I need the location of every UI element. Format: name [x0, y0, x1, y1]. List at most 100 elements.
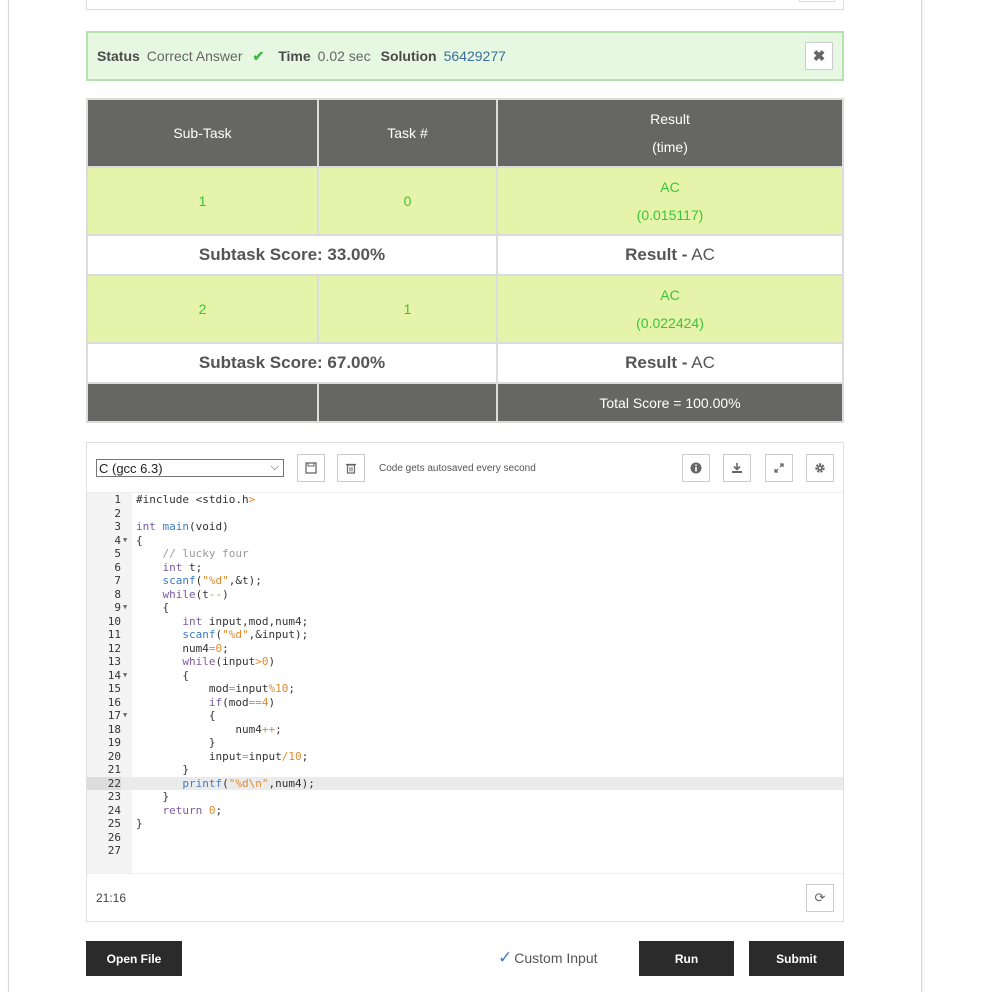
code-line[interactable]: 7 scanf("%d",&t);	[87, 574, 843, 588]
code-line[interactable]: 14 ▼ {	[87, 669, 843, 683]
code-area[interactable]: 1 #include <stdio.h> 2 3 int main(void) 4 ▼{5 …	[87, 493, 843, 873]
code-line[interactable]: 11 scanf("%d",&input);	[87, 628, 843, 642]
code-line[interactable]: 9 ▼ {	[87, 601, 843, 615]
subtask-result: Result - AC	[496, 234, 844, 276]
code-line[interactable]: 25}	[87, 817, 843, 831]
cursor-position: 21:16	[96, 891, 127, 905]
result-cell: AC (0.015117)	[496, 166, 844, 236]
run-button[interactable]: Run	[639, 941, 734, 976]
fold-arrow-icon[interactable]: ▼	[123, 601, 127, 615]
result-time: (0.015117)	[636, 207, 704, 223]
code-line[interactable]: 20 input=input/10;	[87, 750, 843, 764]
expand-icon[interactable]	[765, 454, 793, 482]
fold-arrow-icon[interactable]: ▼	[123, 709, 127, 723]
code-line[interactable]: 5 // lucky four	[87, 547, 843, 561]
code-line[interactable]: 24 return 0;	[87, 804, 843, 818]
line-number: 12	[107, 641, 121, 655]
code-line[interactable]: 3 int main(void)	[87, 520, 843, 534]
code-line[interactable]: 15 mod=input%10;	[87, 682, 843, 696]
check-icon: ✔	[252, 47, 265, 64]
result-verdict: AC	[660, 287, 680, 303]
solution-link[interactable]: 56429277	[444, 48, 506, 64]
line-number: 19	[107, 736, 121, 749]
code-text: }	[136, 736, 216, 749]
info-icon[interactable]	[682, 454, 710, 482]
code-line[interactable]: 21 }	[87, 763, 843, 777]
code-line[interactable]: 13 while(input>0)	[87, 655, 843, 669]
time-value: 0.02 sec	[317, 48, 371, 64]
subtask-result-label: Result -	[625, 353, 688, 372]
code-text: printf("%d\n",num4);	[182, 776, 315, 790]
code-line[interactable]: 1 #include <stdio.h>	[87, 493, 843, 507]
code-line[interactable]: 16 if(mod==4)	[87, 696, 843, 710]
code-line[interactable]: 23 }	[87, 790, 843, 804]
fold-arrow-icon[interactable]: ▼	[123, 534, 127, 548]
line-number: 21	[107, 763, 121, 776]
code-text: if(mod==4)	[208, 695, 276, 709]
code-line[interactable]: 22 printf("%d\n",num4);	[87, 776, 843, 790]
total-row: Total Score = 100.00%	[86, 382, 844, 423]
code-line[interactable]: 4 ▼ {	[87, 534, 843, 548]
time-label: Time	[278, 48, 311, 64]
code-text: }	[136, 817, 143, 830]
code-line[interactable]: 6 int t;	[87, 561, 843, 575]
code-text: {	[136, 668, 189, 682]
code-text: {	[136, 533, 143, 547]
table-header-row: Sub-Task Task # Result (time)	[86, 98, 844, 168]
code-text: {	[136, 601, 170, 614]
code-line[interactable]: 2	[87, 507, 843, 521]
code-text: #include <stdio.h>	[136, 493, 256, 506]
code-text: }	[136, 790, 170, 803]
code-text: input=input/10;	[136, 749, 309, 763]
save-icon[interactable]	[297, 454, 325, 482]
code-line[interactable]: 12 num4=0;	[87, 642, 843, 656]
gear-icon[interactable]	[806, 454, 834, 482]
table-row: 1 0 AC (0.015117)	[86, 166, 844, 236]
line-number: 18	[107, 722, 121, 736]
status-bar: Status Correct Answer ✔ Time 0.02 sec So…	[86, 31, 844, 81]
total-score: Total Score = 100.00%	[496, 382, 844, 423]
line-number: 23	[107, 790, 121, 803]
line-number: 7	[114, 574, 121, 587]
header-task: Task #	[317, 98, 498, 168]
code-text: int main(void)	[136, 520, 229, 533]
fold-arrow-icon[interactable]: ▼	[123, 669, 127, 683]
subtask-result-value: AC	[691, 245, 715, 264]
line-number: 24	[107, 803, 121, 817]
code-text: {	[136, 709, 216, 722]
line-number: 17	[107, 709, 121, 722]
code-text: scanf("%d",&t);	[162, 574, 262, 587]
code-line[interactable]: 8 while(t--)	[87, 588, 843, 602]
close-icon[interactable]: ✖	[805, 42, 833, 70]
code-text: scanf("%d",&input);	[182, 628, 309, 641]
trash-icon[interactable]	[337, 454, 365, 482]
checkmark-icon: ✓	[498, 948, 513, 967]
code-line[interactable]: 10 int input,mod,num4;	[87, 615, 843, 629]
total-empty-cell	[317, 382, 498, 423]
submit-button[interactable]: Submit	[749, 941, 844, 976]
code-line[interactable]: 27	[87, 844, 843, 858]
subtask-cell: 2	[86, 274, 319, 344]
open-file-button[interactable]: Open File	[86, 941, 182, 976]
task-cell: 0	[317, 166, 498, 236]
subtask-result-value: AC	[691, 353, 715, 372]
previous-section-button[interactable]	[799, 0, 835, 2]
line-number: 14	[107, 668, 121, 682]
subtask-score-row: Subtask Score: 33.00% Result - AC	[86, 234, 844, 276]
previous-section	[86, 0, 844, 10]
language-select[interactable]: C (gcc 6.3) ⌵	[96, 459, 284, 477]
refresh-icon[interactable]: ⟳	[806, 884, 834, 912]
total-empty-cell	[86, 382, 319, 423]
download-icon[interactable]	[723, 454, 751, 482]
code-line[interactable]: 17 ▼ {	[87, 709, 843, 723]
code-line[interactable]: 19 }	[87, 736, 843, 750]
header-result-label: Result	[650, 111, 690, 127]
code-text: int t;	[162, 560, 203, 574]
code-line[interactable]: 26	[87, 831, 843, 845]
code-line[interactable]: 18 num4++;	[87, 723, 843, 737]
code-text: while(input>0)	[182, 655, 276, 668]
line-number: 3	[114, 520, 121, 533]
subtask-score-row: Subtask Score: 67.00% Result - AC	[86, 342, 844, 384]
custom-input-toggle[interactable]: ✓ Custom Input	[498, 948, 598, 968]
code-text: return 0;	[162, 803, 223, 817]
